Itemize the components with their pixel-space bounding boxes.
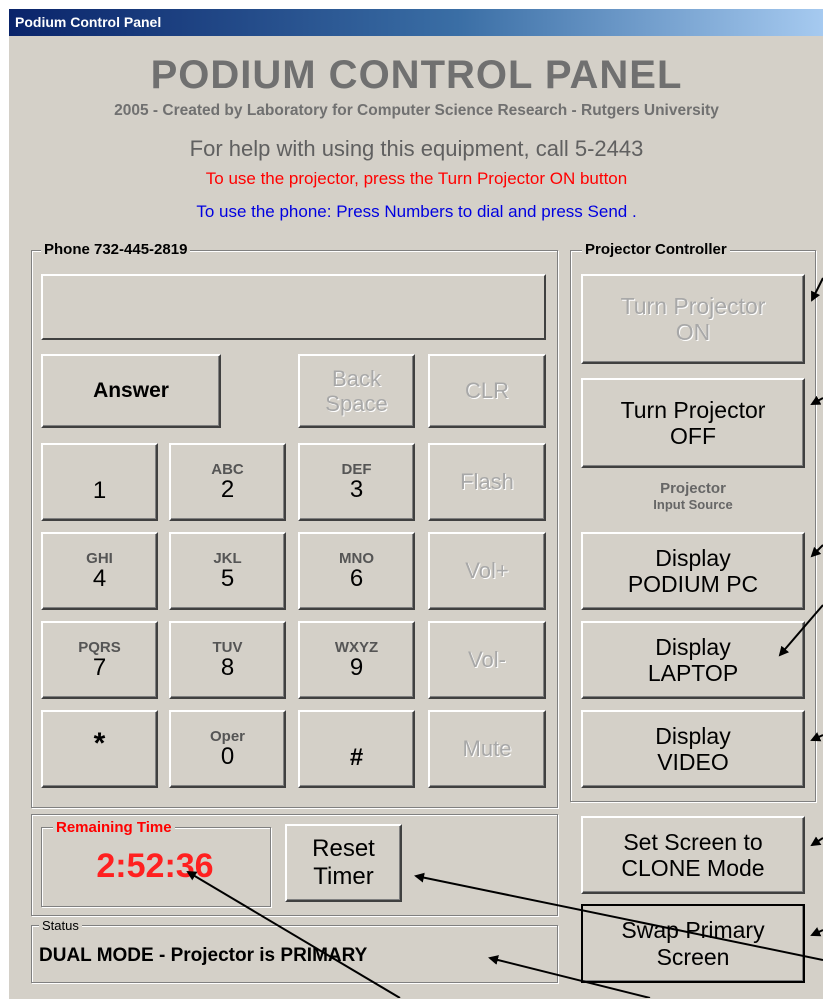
key-3-digit: 3 — [349, 475, 364, 503]
display-video-button[interactable]: Display VIDEO — [581, 710, 805, 788]
key-3[interactable]: DEF 3 — [298, 443, 415, 521]
clear-label: CLR — [464, 378, 509, 404]
backspace-button[interactable]: Back Space — [298, 354, 415, 428]
projector-legend: Projector Controller — [582, 241, 730, 258]
key-2-letters: ABC — [211, 460, 244, 478]
key-5-letters: JKL — [213, 549, 242, 567]
projector-on-label-line1: Turn Projector — [620, 292, 766, 319]
window-title: Podium Control Panel — [15, 14, 162, 30]
volume-up-label: Vol+ — [465, 558, 509, 584]
flash-label: Flash — [460, 469, 514, 495]
answer-button[interactable]: Answer — [41, 354, 221, 428]
display-video-label-line2: VIDEO — [657, 749, 729, 775]
key-star[interactable]: * — [41, 710, 158, 788]
key-5-digit: 5 — [220, 564, 235, 592]
key-0-letters: Oper — [209, 727, 245, 745]
key-0-digit: 0 — [220, 742, 235, 770]
mute-label: Mute — [462, 736, 512, 762]
reset-label-line1: Reset — [312, 835, 375, 863]
reset-label-line2: Timer — [313, 863, 374, 890]
swap-primary-screen-button[interactable]: Swap Primary Screen — [581, 904, 805, 983]
input-source-label-line2: Input Source — [653, 496, 733, 512]
display-podium-pc-button[interactable]: Display PODIUM PC — [581, 532, 805, 610]
podium-control-window: Podium Control Panel PODIUM CONTROL PANE… — [8, 8, 823, 999]
key-7[interactable]: PQRS 7 — [41, 621, 158, 699]
input-source-label-line1: Projector — [660, 480, 726, 497]
status-value: DUAL MODE - Projector is PRIMARY — [39, 945, 368, 966]
key-6[interactable]: MNO 6 — [298, 532, 415, 610]
key-4[interactable]: GHI 4 — [41, 532, 158, 610]
clone-label-line1: Set Screen to — [623, 828, 763, 855]
display-laptop-label-line2: LAPTOP — [647, 660, 739, 686]
key-8-digit: 8 — [220, 653, 235, 681]
key-0[interactable]: Oper 0 — [169, 710, 286, 788]
backspace-label-line2: Space — [325, 391, 388, 416]
key-6-letters: MNO — [339, 549, 374, 567]
swap-label-line2: Screen — [656, 943, 730, 970]
clear-button[interactable]: CLR — [428, 354, 546, 428]
projector-off-label-line2: OFF — [670, 423, 716, 449]
swap-label-line1: Swap Primary — [621, 917, 765, 944]
projector-instructions: To use the projector, press the Turn Pro… — [205, 169, 628, 188]
display-pc-label-line2: PODIUM PC — [627, 571, 759, 597]
backspace-label-line1: Back — [332, 365, 381, 391]
answer-label: Answer — [93, 378, 169, 402]
volume-up-button[interactable]: Vol+ — [428, 532, 546, 610]
projector-on-label-line2: ON — [675, 319, 711, 345]
remaining-time-legend: Remaining Time — [53, 819, 175, 836]
key-2[interactable]: ABC 2 — [169, 443, 286, 521]
projector-off-label-line1: Turn Projector — [620, 396, 766, 423]
key-7-letters: PQRS — [78, 638, 121, 656]
phone-instructions: To use the phone: Press Numbers to dial … — [196, 202, 637, 221]
remaining-time-value: 2:52:36 — [96, 847, 214, 885]
window-title-bar: Podium Control Panel — [9, 9, 823, 36]
key-hash-symbol: # — [349, 744, 364, 772]
flash-button[interactable]: Flash — [428, 443, 546, 521]
volume-down-button[interactable]: Vol- — [428, 621, 546, 699]
help-line: For help with using this equipment, call… — [189, 136, 644, 161]
key-2-digit: 2 — [220, 475, 235, 503]
key-star-symbol: * — [93, 726, 106, 760]
reset-timer-button[interactable]: Reset Timer — [285, 824, 402, 902]
clone-label-line2: CLONE Mode — [621, 855, 765, 881]
key-6-digit: 6 — [349, 564, 364, 592]
key-8-letters: TUV — [212, 638, 243, 656]
display-laptop-button[interactable]: Display LAPTOP — [581, 621, 805, 699]
dial-display — [41, 274, 546, 340]
key-5[interactable]: JKL 5 — [169, 532, 286, 610]
key-3-letters: DEF — [341, 460, 372, 478]
display-pc-label-line1: Display — [655, 544, 731, 571]
key-9[interactable]: WXYZ 9 — [298, 621, 415, 699]
key-1[interactable]: 1 — [41, 443, 158, 521]
credit-line: 2005 - Created by Laboratory for Compute… — [114, 102, 719, 119]
display-laptop-label-line1: Display — [655, 633, 731, 660]
key-1-digit: 1 — [92, 477, 107, 505]
key-4-digit: 4 — [92, 564, 107, 592]
phone-legend: Phone 732-445-2819 — [41, 241, 191, 258]
display-video-label-line1: Display — [655, 722, 731, 749]
key-9-digit: 9 — [349, 653, 364, 681]
set-clone-mode-button[interactable]: Set Screen to CLONE Mode — [581, 816, 805, 894]
turn-projector-off-button[interactable]: Turn Projector OFF — [581, 378, 805, 468]
volume-down-label: Vol- — [468, 647, 506, 673]
key-4-letters: GHI — [86, 549, 113, 567]
key-7-digit: 7 — [92, 653, 107, 681]
key-hash[interactable]: # — [298, 710, 415, 788]
turn-projector-on-button[interactable]: Turn Projector ON — [581, 274, 805, 364]
status-legend: Status — [39, 918, 82, 933]
mute-button[interactable]: Mute — [428, 710, 546, 788]
key-9-letters: WXYZ — [334, 638, 379, 656]
page-title: PODIUM CONTROL PANEL — [150, 53, 683, 97]
key-8[interactable]: TUV 8 — [169, 621, 286, 699]
input-source-label: Projector Input Source — [581, 480, 805, 512]
